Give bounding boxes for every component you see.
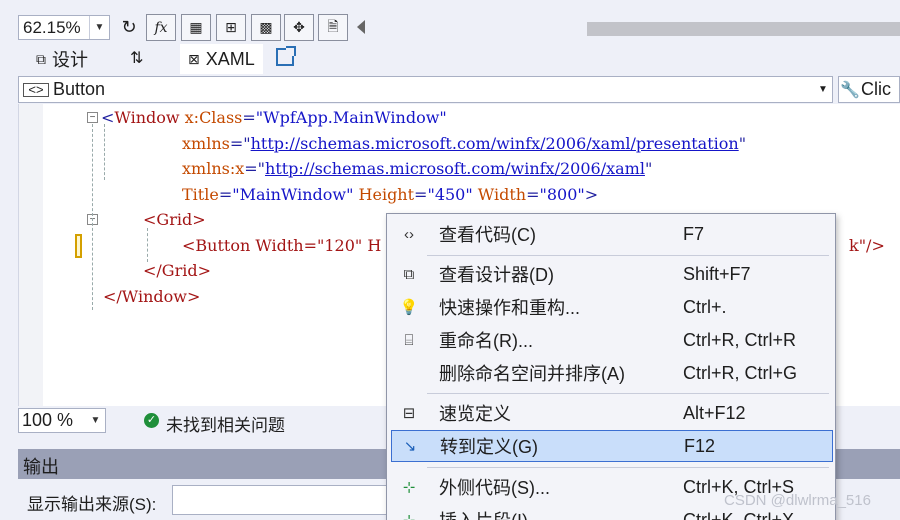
code-lines: <Window x:Class="WpfApp.MainWindow" xmln… [19,104,885,313]
popout-icon[interactable] [276,46,296,66]
menu-separator [427,255,829,256]
view-tabs: ⧉ 设计 ⇅ ⊠ XAML [0,44,900,74]
context-menu: ‹› 查看代码(C) F7 ⧉ 查看设计器(D) Shift+F7 💡 快速操作… [386,213,836,520]
menu-separator [427,467,829,468]
code-line: xmlns:x="http://schemas.microsoft.com/wi… [182,159,653,178]
rename-icon: ⌸ [404,331,414,349]
lightbulb-icon: 💡 [399,299,419,316]
menu-item-remove-sort-namespaces[interactable]: 删除命名空间并排序(A) Ctrl+R, Ctrl+G [391,357,833,389]
check-circle-icon: ✓ [144,413,159,428]
collapse-arrow-icon[interactable] [357,20,365,34]
zoom-value: 62.15% [23,17,81,37]
editor-zoom-combobox[interactable]: 100 % ▼ [18,408,106,433]
menu-item-rename[interactable]: ⌸ 重命名(R)... Ctrl+R, Ctrl+R [391,324,833,356]
checker-icon[interactable]: ▩ [251,14,281,41]
code-line: Title="MainWindow" Height="450" Width="8… [182,185,599,204]
refresh-icon[interactable]: ↻ [118,15,140,40]
peek-definition-icon: ⊟ [402,405,416,422]
zoom-combobox[interactable]: 62.15% ▼ [18,15,110,40]
fold-toggle-icon[interactable]: − [87,112,98,123]
element-selector-value: Button [53,79,106,99]
menu-item-quick-actions[interactable]: 💡 快速操作和重构... Ctrl+. [391,291,833,323]
go-to-definition-icon: ↘ [403,438,417,455]
code-line: </Window> [103,287,201,306]
schema-link[interactable]: http://schemas.microsoft.com/winfx/2006/… [251,134,739,153]
tab-xaml[interactable]: ⊠ XAML [180,44,263,74]
schema-link[interactable]: http://schemas.microsoft.com/winfx/2006/… [265,159,645,178]
output-title: 输出 [23,457,59,477]
element-selector[interactable]: <> Button ▼ [18,76,833,103]
horizontal-scrollbar[interactable] [587,22,900,36]
menu-item-peek-definition[interactable]: ⊟ 速览定义 Alt+F12 [391,397,833,429]
menu-separator [427,393,829,394]
code-brackets-icon: ‹› [404,225,414,243]
wrench-icon: 🔧 [840,81,860,99]
snapline-icon[interactable]: ✥ [284,14,314,41]
xaml-icon: ⊠ [188,50,200,67]
tab-design[interactable]: ⧉ 设计 [36,44,88,74]
code-line-tail: k"/> [849,236,885,255]
indent-guide [104,124,105,180]
fx-icon[interactable]: fx [146,14,176,41]
code-line: <Grid> [143,210,206,229]
code-line: <Button Width="120" H [182,236,382,255]
snap-grid-icon[interactable]: ⊞ [216,14,246,41]
swap-panes-icon[interactable]: ⇅ [130,48,143,68]
editor-zoom-value: 100 % [22,410,74,430]
tab-xaml-label: XAML [205,48,255,69]
menu-item-view-designer[interactable]: ⧉ 查看设计器(D) Shift+F7 [391,258,833,290]
indent-guide [92,124,93,310]
event-selector[interactable]: 🔧 Clic [838,76,900,103]
menu-item-view-code[interactable]: ‹› 查看代码(C) F7 [391,218,833,250]
designer-toolbar: 62.15% ▼ ↻ fx ▦ ⊞ ▩ ✥ 🗎 [0,0,900,44]
element-icon: <> [23,82,49,97]
change-marker [75,234,82,258]
surround-with-icon: ⊹ [402,479,416,496]
watermark: CSDN @dlwlrma_516 [724,492,871,509]
output-source-select[interactable] [172,485,392,515]
grid-icon[interactable]: ▦ [181,14,211,41]
insert-snippet-icon: ⊹ [391,511,427,520]
chevron-down-icon[interactable]: ▼ [814,84,832,95]
issues-status[interactable]: 未找到相关问题 [166,411,285,436]
chevron-down-icon[interactable]: ▼ [86,409,105,432]
event-selector-value: Clic [861,79,891,99]
view-designer-icon: ⧉ [403,265,415,283]
code-line: <Window x:Class="WpfApp.MainWindow" [101,108,447,127]
file-icon[interactable]: 🗎 [318,14,348,41]
indent-guide [147,228,148,262]
code-line: </Grid> [143,261,211,280]
chevron-down-icon[interactable]: ▼ [89,16,109,39]
tab-design-label: 设计 [52,50,88,70]
menu-item-go-to-definition[interactable]: ↘ 转到定义(G) F12 [391,430,833,462]
design-icon: ⧉ [36,50,46,67]
code-line: xmlns="http://schemas.microsoft.com/winf… [182,134,747,153]
selector-bar: <> Button ▼ 🔧 Clic [0,74,900,104]
output-source-label: 显示输出来源(S): [27,495,157,514]
